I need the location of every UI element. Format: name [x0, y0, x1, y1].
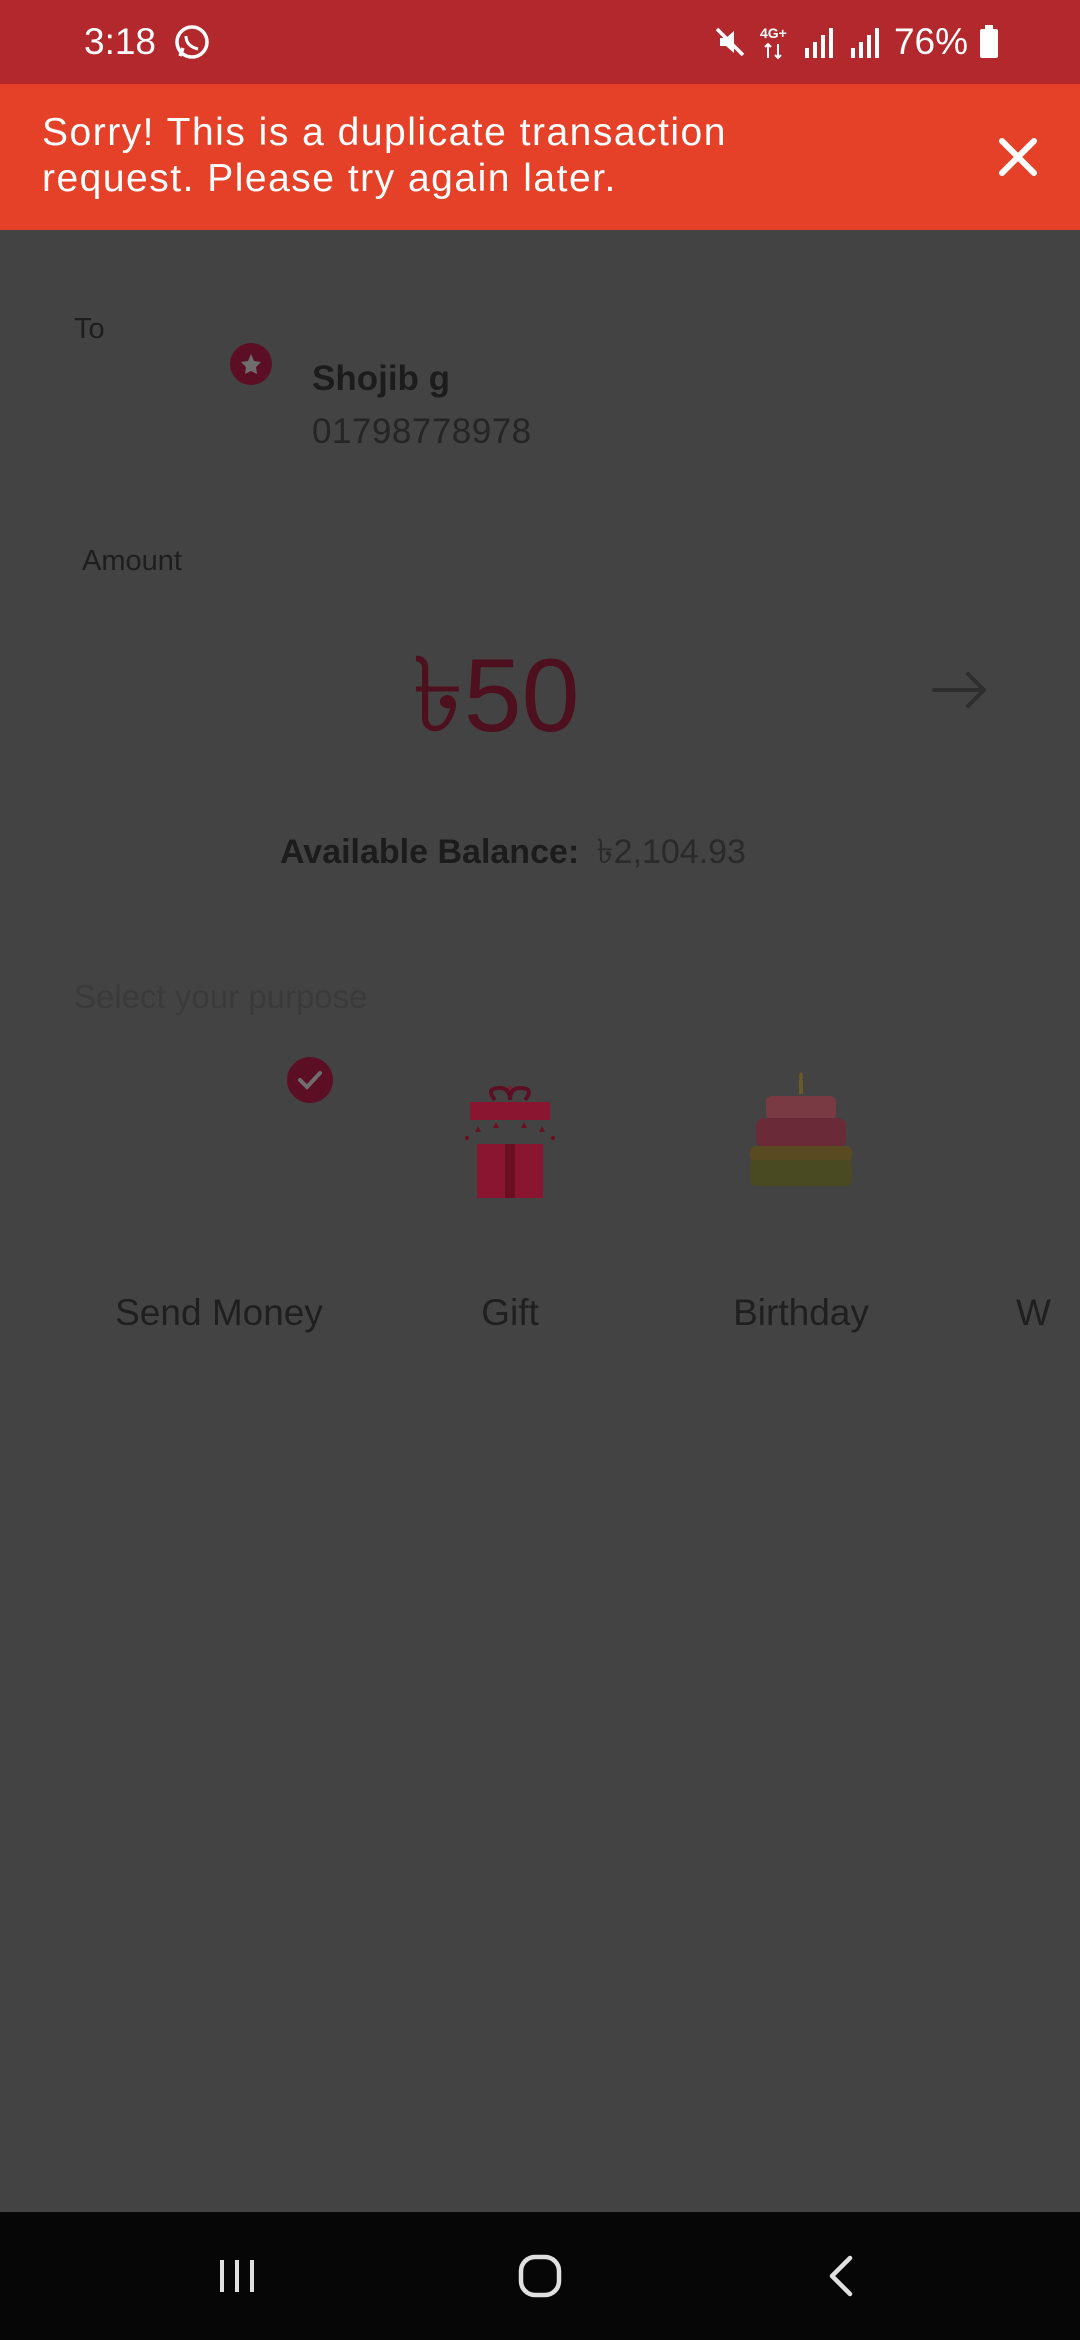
balance-label: Available Balance: [280, 833, 580, 871]
back-icon[interactable] [812, 2246, 872, 2306]
network-4g-icon: 4G+ [760, 25, 787, 60]
purpose-item-label: Birthday [733, 1292, 869, 1333]
error-banner: Sorry! This is a duplicate transaction r… [0, 84, 1080, 230]
whatsapp-icon [175, 25, 209, 59]
to-label: To [74, 313, 105, 345]
birthday-cake-icon [750, 1072, 852, 1186]
purpose-item-label: Gift [481, 1292, 539, 1333]
close-icon[interactable] [990, 129, 1046, 185]
amount-value[interactable]: ৳50 [412, 615, 579, 789]
navigation-bar [0, 2212, 1080, 2340]
selected-check-icon [287, 1057, 333, 1103]
status-indicators: 4G+ 76% [712, 18, 1000, 66]
arrow-right-icon[interactable] [930, 668, 990, 712]
amount-label: Amount [82, 545, 182, 577]
recipient-name: Shojib g [312, 359, 451, 398]
available-balance: Available Balance: ৳2,104.93 [280, 826, 746, 883]
signal-icon [850, 28, 879, 58]
purpose-label: Select your purpose [74, 978, 368, 1015]
battery-icon [980, 25, 998, 58]
purpose-item-label: W [1016, 1292, 1051, 1333]
svg-text:4G+: 4G+ [760, 25, 787, 41]
recipient-phone: 01798778978 [312, 412, 532, 451]
balance-value: ৳2,104.93 [596, 833, 746, 871]
home-icon[interactable] [510, 2246, 570, 2306]
purpose-gift[interactable]: Gift [365, 1050, 655, 1350]
battery-percent: 76% [893, 21, 968, 62]
purpose-partial[interactable]: W [946, 1050, 1080, 1350]
signal-icon [804, 28, 833, 58]
gift-icon [465, 1085, 555, 1198]
status-bar: 3:18 4G+ 76% [0, 0, 1080, 84]
purpose-birthday[interactable]: Birthday [656, 1050, 946, 1350]
error-message: Sorry! This is a duplicate transaction r… [42, 111, 727, 200]
purpose-item-label: Send Money [115, 1292, 323, 1333]
star-icon [241, 354, 261, 374]
status-time: 3:18 [84, 21, 157, 62]
recent-apps-icon[interactable] [208, 2246, 268, 2306]
recipient-avatar [230, 343, 272, 385]
mute-icon [715, 27, 745, 57]
